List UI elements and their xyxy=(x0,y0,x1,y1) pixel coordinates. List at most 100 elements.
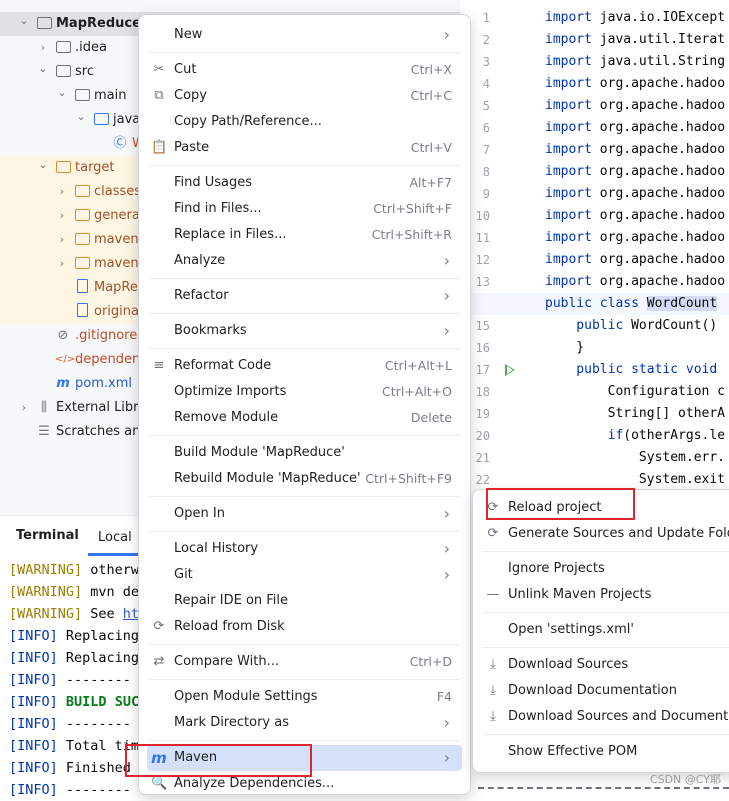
menu-item-cut[interactable]: ✂ Cut Ctrl+X xyxy=(147,57,462,83)
menu-separator xyxy=(149,348,460,349)
submenu-item-download-sources[interactable]: ⤓ Download Sources xyxy=(481,652,729,678)
run-gutter-icon[interactable] xyxy=(505,364,515,376)
log-level-tag: [INFO] xyxy=(9,650,58,666)
chevron-right-icon[interactable]: › xyxy=(56,180,68,204)
log-link[interactable]: ht xyxy=(123,606,139,622)
highlight-box-reload-project xyxy=(486,488,635,520)
code-text: Configuration c xyxy=(545,384,726,399)
chevron-right-icon: › xyxy=(443,713,450,732)
code-keyword: import xyxy=(545,32,592,47)
chevron-right-icon[interactable]: › xyxy=(56,252,68,276)
terminal-line: [WARNING] See ht xyxy=(9,603,139,625)
code-line: import java.util.String xyxy=(545,51,725,73)
submenu-item-download-documentation[interactable]: ⤓ Download Documentation xyxy=(481,678,729,704)
menu-separator xyxy=(149,313,460,314)
menu-item-replace-in-files[interactable]: Replace in Files... Ctrl+Shift+R xyxy=(147,222,462,248)
menu-separator xyxy=(149,496,460,497)
code-line: import org.apache.hadoo xyxy=(545,271,725,293)
tree-item-label: target xyxy=(75,160,115,175)
menu-item-label: Copy xyxy=(174,88,207,103)
watermark: CSDN @CY耶 xyxy=(649,773,721,786)
chevron-right-icon[interactable]: › xyxy=(56,228,68,252)
terminal-tab-local[interactable]: Local xyxy=(88,516,142,556)
code-keyword: import xyxy=(545,76,592,91)
menu-item-remove-module[interactable]: Remove Module Delete xyxy=(147,405,462,431)
menu-item-label: Replace in Files... xyxy=(174,227,287,242)
code-line: public WordCount() xyxy=(545,315,717,337)
menu-item-repair-ide-on-file[interactable]: Repair IDE on File xyxy=(147,588,462,614)
submenu-item-label: Download Sources xyxy=(508,657,629,672)
submenu-item-icon: ⤓ xyxy=(490,657,496,672)
terminal-line: [WARNING] otherw xyxy=(9,559,139,581)
menu-item-shortcut: Ctrl+Alt+L xyxy=(384,358,452,373)
menu-item-icon: ⇄ xyxy=(153,654,165,669)
log-level-tag: [INFO] xyxy=(9,628,58,644)
submenu-item-ignore-projects[interactable]: Ignore Projects xyxy=(481,556,729,582)
chevron-down-icon[interactable]: ⌄ xyxy=(37,57,49,81)
code-editor[interactable]: 12345678910111213141516171819202122 impo… xyxy=(460,0,729,490)
menu-item-label: Refactor xyxy=(174,288,229,303)
menu-item-shortcut: Delete xyxy=(410,410,452,425)
menu-item-local-history[interactable]: Local History › xyxy=(147,536,462,562)
submenu-item-generate-sources-and-update-folders[interactable]: ⟳ Generate Sources and Update Folders xyxy=(481,521,729,547)
menu-item-git[interactable]: Git › xyxy=(147,562,462,588)
menu-item-copy[interactable]: ⧉ Copy Ctrl+C xyxy=(147,83,462,109)
menu-separator xyxy=(149,278,460,279)
code-keyword: import xyxy=(545,164,592,179)
tree-item-label: MapRe xyxy=(94,280,138,295)
submenu-item-show-effective-pom[interactable]: Show Effective POM xyxy=(481,739,729,765)
tree-item-label: java xyxy=(113,112,141,127)
menu-item-rebuild-module-mapreduce[interactable]: Rebuild Module 'MapReduce' Ctrl+Shift+F9 xyxy=(147,466,462,492)
menu-item-reload-from-disk[interactable]: ⟳ Reload from Disk xyxy=(147,614,462,640)
code-line: public class WordCount xyxy=(545,293,718,315)
menu-separator xyxy=(149,740,460,741)
submenu-item-unlink-maven-projects[interactable]: — Unlink Maven Projects xyxy=(481,582,729,608)
menu-item-find-usages[interactable]: Find Usages Alt+F7 xyxy=(147,170,462,196)
submenu-separator xyxy=(483,734,729,735)
submenu-item-download-sources-and-documentation[interactable]: ⤓ Download Sources and Documentation xyxy=(481,704,729,730)
folder-icon xyxy=(55,36,71,60)
chevron-down-icon[interactable]: ⌄ xyxy=(56,81,68,105)
menu-item-compare-with[interactable]: ⇄ Compare With... Ctrl+D xyxy=(147,649,462,675)
menu-item-build-module-mapreduce[interactable]: Build Module 'MapReduce' xyxy=(147,440,462,466)
submenu-item-icon: ⤓ xyxy=(490,683,496,698)
chevron-down-icon[interactable]: ⌄ xyxy=(37,153,49,177)
menu-item-paste[interactable]: 📋 Paste Ctrl+V xyxy=(147,135,462,161)
code-keyword: import xyxy=(545,54,592,69)
log-level-tag: [INFO] xyxy=(9,782,58,798)
menu-item-optimize-imports[interactable]: Optimize Imports Ctrl+Alt+O xyxy=(147,379,462,405)
submenu-item-icon: ⤓ xyxy=(490,709,496,724)
menu-item-find-in-files[interactable]: Find in Files... Ctrl+Shift+F xyxy=(147,196,462,222)
chevron-down-icon[interactable]: ⌄ xyxy=(75,105,87,129)
chevron-right-icon[interactable]: › xyxy=(56,204,68,228)
scratch-icon: ☰ xyxy=(38,424,50,439)
code-keyword: if xyxy=(545,428,624,443)
code-line: } xyxy=(545,337,584,359)
chevron-down-icon[interactable]: ⌄ xyxy=(18,9,30,33)
menu-item-shortcut: Ctrl+X xyxy=(410,62,452,77)
menu-item-reformat-code[interactable]: ≡ Reformat Code Ctrl+Alt+L xyxy=(147,353,462,379)
tree-item-label: MapReduce xyxy=(56,16,141,31)
build-success-text: BUILD SUC xyxy=(65,694,140,710)
code-line: public static void xyxy=(545,359,717,381)
folder-orange-icon xyxy=(74,180,90,204)
menu-item-bookmarks[interactable]: Bookmarks › xyxy=(147,318,462,344)
menu-item-mark-directory-as[interactable]: Mark Directory as › xyxy=(147,710,462,736)
submenu-item-label: Download Documentation xyxy=(508,683,677,698)
menu-item-label: Reformat Code xyxy=(174,358,272,373)
menu-item-new[interactable]: New › xyxy=(147,22,462,48)
menu-item-copy-path-reference[interactable]: Copy Path/Reference... xyxy=(147,109,462,135)
code-line: import org.apache.hadoo xyxy=(545,205,725,227)
menu-item-analyze[interactable]: Analyze › xyxy=(147,248,462,274)
submenu-item-open-settings-xml[interactable]: Open 'settings.xml' xyxy=(481,617,729,643)
code-text: System.err. xyxy=(545,450,726,465)
menu-item-refactor[interactable]: Refactor › xyxy=(147,283,462,309)
code-keyword: import xyxy=(545,10,592,25)
submenu-separator xyxy=(483,612,729,613)
menu-item-shortcut: Alt+F7 xyxy=(409,175,452,190)
chevron-right-icon[interactable]: › xyxy=(18,396,30,420)
terminal-line: [INFO] -------- xyxy=(9,669,131,691)
menu-item-open-in[interactable]: Open In › xyxy=(147,501,462,527)
folder-blue-icon xyxy=(93,108,109,132)
menu-item-open-module-settings[interactable]: Open Module Settings F4 xyxy=(147,684,462,710)
